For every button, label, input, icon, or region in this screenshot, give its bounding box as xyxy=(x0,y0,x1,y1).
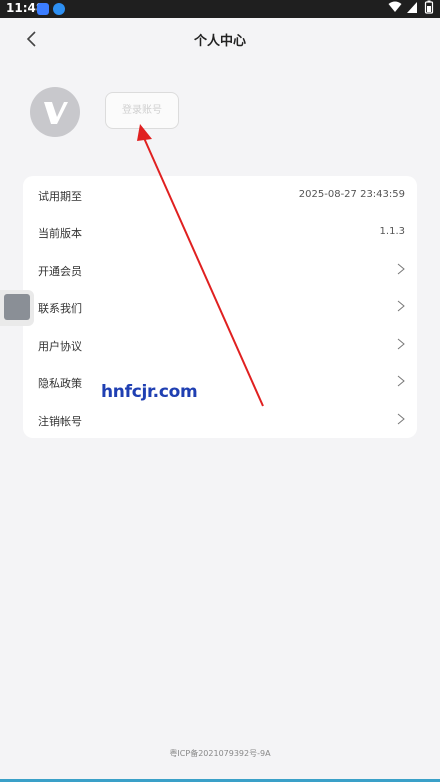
chevron-right-icon xyxy=(397,300,405,312)
page-title: 个人中心 xyxy=(193,34,246,49)
row-label: 隐私政策 xyxy=(38,377,82,390)
row-label: 试用期至 xyxy=(38,190,82,203)
trial-expiry-value: 2025-08-27 23:43:59 xyxy=(298,189,405,200)
row-delete-account[interactable]: 注销帐号 xyxy=(23,402,417,439)
settings-card: 试用期至 2025-08-27 23:43:59 当前版本 1.1.3 开通会员… xyxy=(23,176,417,438)
app-logo-icon xyxy=(44,102,68,124)
floating-window-thumbnail xyxy=(4,294,30,320)
download-icon xyxy=(53,3,65,15)
chevron-right-icon xyxy=(397,375,405,387)
row-contact-us[interactable]: 联系我们 xyxy=(23,289,417,326)
row-version: 当前版本 1.1.3 xyxy=(23,214,417,251)
chevron-right-icon xyxy=(397,263,405,275)
notification-app-icon xyxy=(37,3,49,15)
battery-icon xyxy=(424,0,434,14)
watermark: hnfcjr.com xyxy=(101,382,198,402)
chevron-right-icon xyxy=(397,413,405,425)
header: 个人中心 xyxy=(0,18,440,60)
row-label: 当前版本 xyxy=(38,227,82,240)
floating-window-tab[interactable] xyxy=(0,290,34,326)
row-privacy-policy[interactable]: 隐私政策 xyxy=(23,364,417,401)
chevron-right-icon xyxy=(397,338,405,350)
signal-icon xyxy=(407,2,417,13)
version-value: 1.1.3 xyxy=(379,226,405,237)
row-label: 开通会员 xyxy=(38,265,82,278)
row-trial-expiry: 试用期至 2025-08-27 23:43:59 xyxy=(23,177,417,214)
row-membership[interactable]: 开通会员 xyxy=(23,252,417,289)
status-bar: 11:48 xyxy=(0,0,440,18)
row-label: 用户协议 xyxy=(38,340,82,353)
row-user-agreement[interactable]: 用户协议 xyxy=(23,327,417,364)
avatar xyxy=(30,87,80,137)
login-button[interactable]: 登录账号 xyxy=(105,92,179,129)
icp-record: 粤ICP备2021079392号-9A xyxy=(169,749,271,758)
wifi-icon xyxy=(388,1,402,12)
row-label: 注销帐号 xyxy=(38,415,82,428)
row-label: 联系我们 xyxy=(38,302,82,315)
